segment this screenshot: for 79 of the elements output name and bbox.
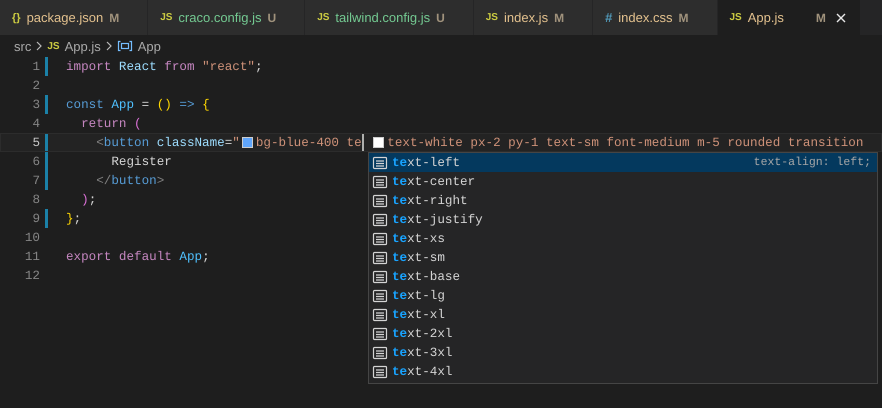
suggestion-item[interactable]: text-2xl	[369, 324, 877, 343]
suggestion-item[interactable]: text-sm	[369, 248, 877, 267]
text-lines-icon	[372, 346, 388, 360]
suggestion-item[interactable]: text-xl	[369, 305, 877, 324]
chevron-right-icon	[106, 41, 112, 51]
code-line: };	[66, 212, 82, 226]
code-line: );	[80, 192, 96, 206]
text-lines-icon	[372, 308, 388, 322]
code-line: Register	[110, 154, 172, 168]
file-type-icon: JS	[47, 40, 60, 52]
suggestion-item[interactable]: text-left text-align: left;	[369, 153, 877, 172]
text-lines-icon	[372, 250, 388, 264]
tab-label: index.js	[504, 10, 548, 25]
suggestion-item[interactable]: text-right	[369, 191, 877, 210]
code-line: <button className=" bg-blue-400 te text-white px-2 py-1 text-sm font-medium m-5 rounded transition	[95, 134, 864, 151]
file-type-icon: JS	[317, 12, 330, 23]
breadcrumb-item[interactable]: App.js	[64, 38, 101, 54]
line-number: 1	[31, 60, 40, 74]
line-number: 9	[31, 212, 40, 226]
line-number: 6	[31, 154, 40, 168]
tab-label: package.json	[26, 10, 104, 25]
text-lines-icon	[372, 156, 388, 170]
file-type-icon: JS	[486, 12, 498, 23]
suggestion-detail: text-align: left;	[754, 156, 871, 169]
chevron-right-icon	[36, 41, 42, 51]
text-lines-icon	[372, 326, 388, 340]
suggestion-item[interactable]: text-4xl	[369, 362, 877, 381]
git-status: U	[436, 10, 445, 24]
tab-label: App.js	[748, 10, 784, 25]
git-status: U	[268, 10, 276, 24]
editor-tab[interactable]: JS App.js M	[718, 0, 861, 35]
line-number: 4	[31, 116, 40, 130]
editor-tab[interactable]: {} package.json M	[0, 0, 148, 35]
symbol-variable-icon	[116, 40, 133, 52]
line-number: 3	[31, 98, 40, 112]
text-cursor	[362, 134, 364, 151]
line-number: 5	[31, 136, 40, 150]
tab-label: index.css	[618, 10, 672, 25]
text-lines-icon	[372, 288, 388, 302]
tab-label: craco.config.js	[178, 10, 262, 25]
file-type-icon: {}	[12, 12, 21, 24]
code-line: return (	[80, 116, 142, 130]
suggestion-item[interactable]: text-justify	[369, 210, 877, 229]
line-number: 7	[31, 174, 40, 188]
text-lines-icon	[372, 194, 388, 208]
editor-tab[interactable]: # index.css M	[593, 0, 718, 35]
line-number: 2	[31, 78, 40, 92]
code-line: import React from "react";	[66, 60, 263, 74]
line-number: 12	[24, 268, 40, 282]
suggestion-item[interactable]: text-base	[369, 267, 877, 286]
text-lines-icon	[372, 212, 388, 226]
text-lines-icon	[372, 270, 388, 284]
git-status: M	[816, 10, 826, 24]
editor-tab[interactable]: JS tailwind.config.js U	[305, 0, 474, 35]
code-line: export default App;	[66, 250, 210, 264]
line-number: 11	[24, 250, 40, 264]
editor-tab[interactable]: JS craco.config.js U	[148, 0, 306, 35]
breadcrumb-item[interactable]: App	[138, 38, 161, 54]
file-type-icon: #	[605, 10, 612, 25]
text-lines-icon	[372, 364, 388, 378]
breadcrumb-item[interactable]: src	[14, 38, 32, 54]
git-status: M	[554, 10, 564, 24]
suggestion-item[interactable]: text-3xl	[369, 343, 877, 362]
suggestion-item[interactable]: text-xs	[369, 229, 877, 248]
file-type-icon: JS	[730, 12, 742, 23]
tab-label: tailwind.config.js	[335, 10, 430, 25]
close-icon[interactable]	[836, 12, 846, 22]
suggestion-item[interactable]: text-center	[369, 172, 877, 191]
text-lines-icon	[372, 174, 388, 188]
code-line: const App = () => {	[66, 98, 210, 112]
line-number: 8	[31, 192, 40, 206]
editor-tab[interactable]: JS index.js M	[474, 0, 594, 35]
git-status: M	[109, 10, 120, 24]
text-lines-icon	[372, 232, 388, 246]
line-number: 10	[24, 230, 40, 244]
git-status: M	[678, 10, 688, 24]
code-line: </button>	[95, 174, 164, 188]
suggestion-item[interactable]: text-lg	[369, 286, 877, 305]
file-type-icon: JS	[160, 12, 172, 23]
